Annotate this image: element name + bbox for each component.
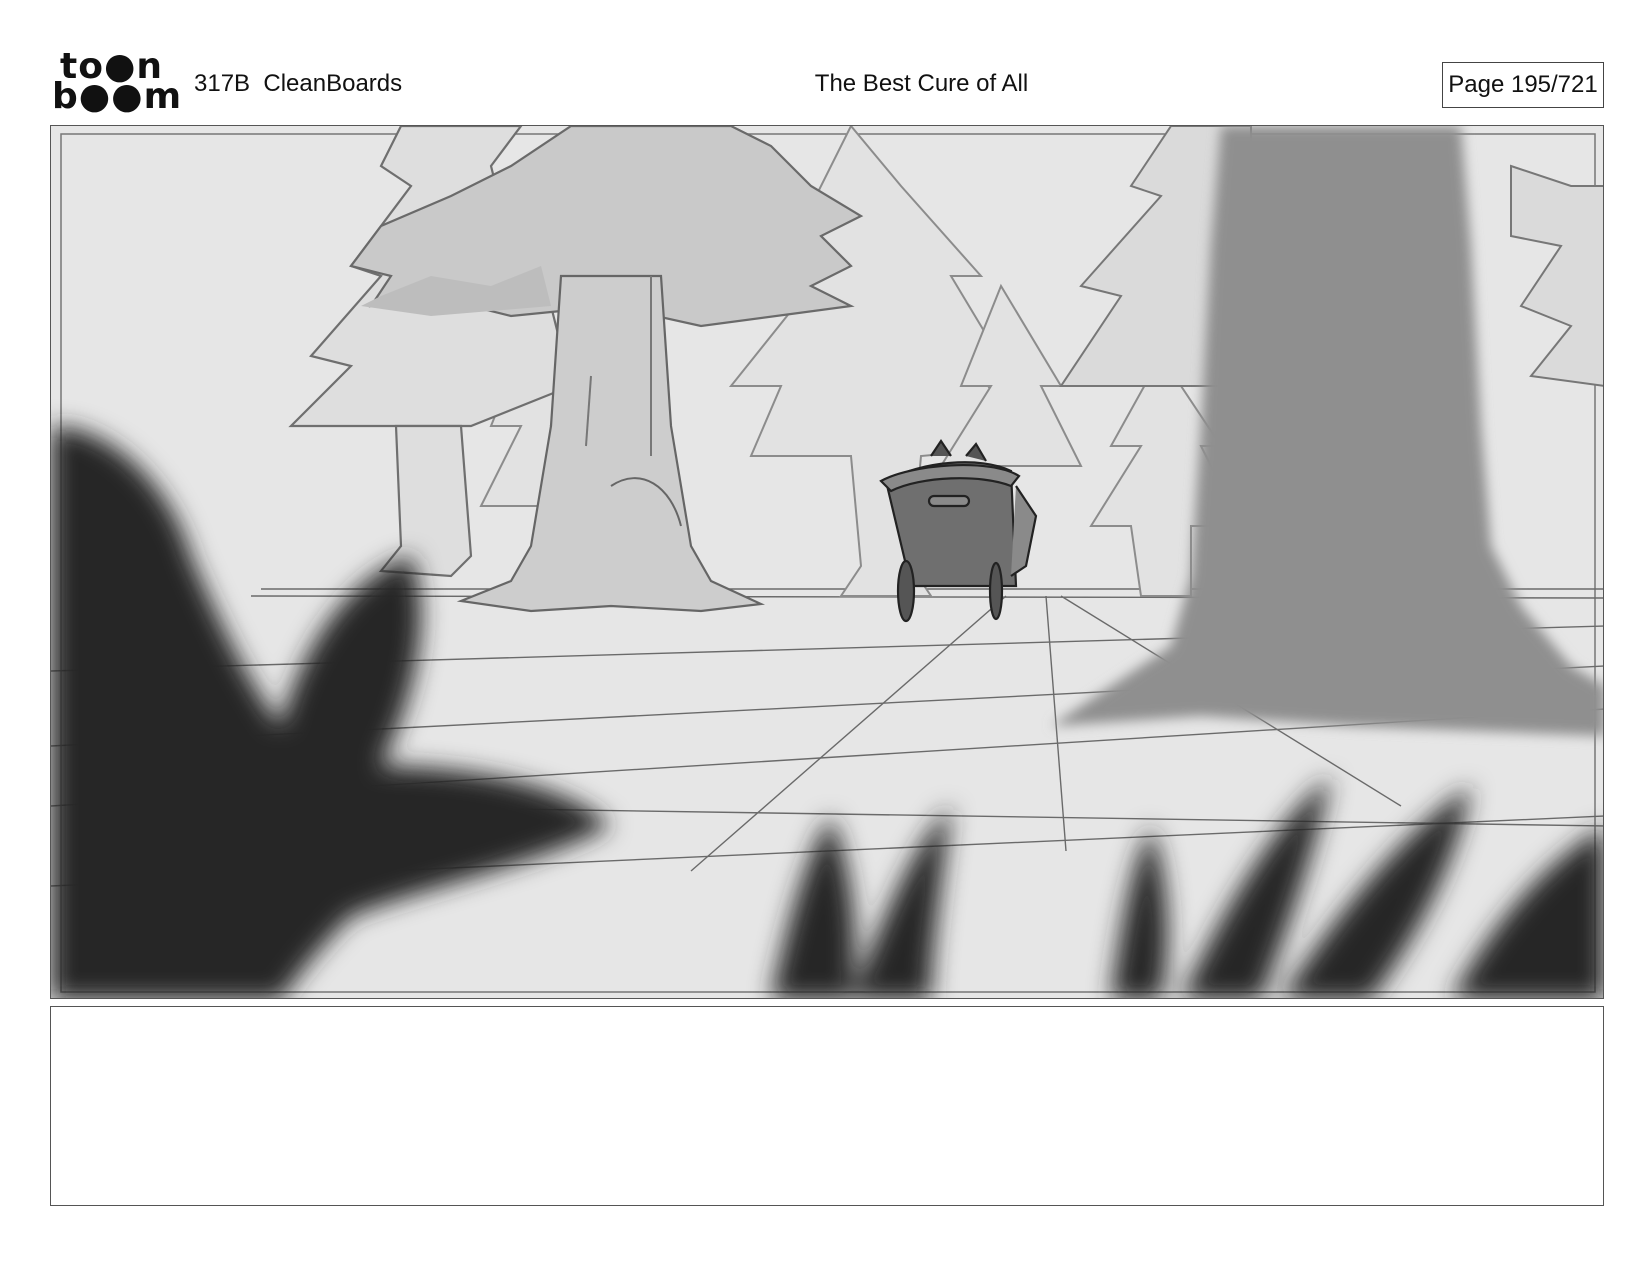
storyboard-panel (50, 125, 1604, 999)
page-number: Page 195/721 (1442, 62, 1604, 108)
panel-notes-box (50, 1006, 1604, 1206)
page-header: to●n b●●m 317B CleanBoards The Best Cure… (0, 0, 1650, 120)
panel-drawing (51, 126, 1603, 998)
storyboard-title: The Best Cure of All (814, 70, 1029, 97)
